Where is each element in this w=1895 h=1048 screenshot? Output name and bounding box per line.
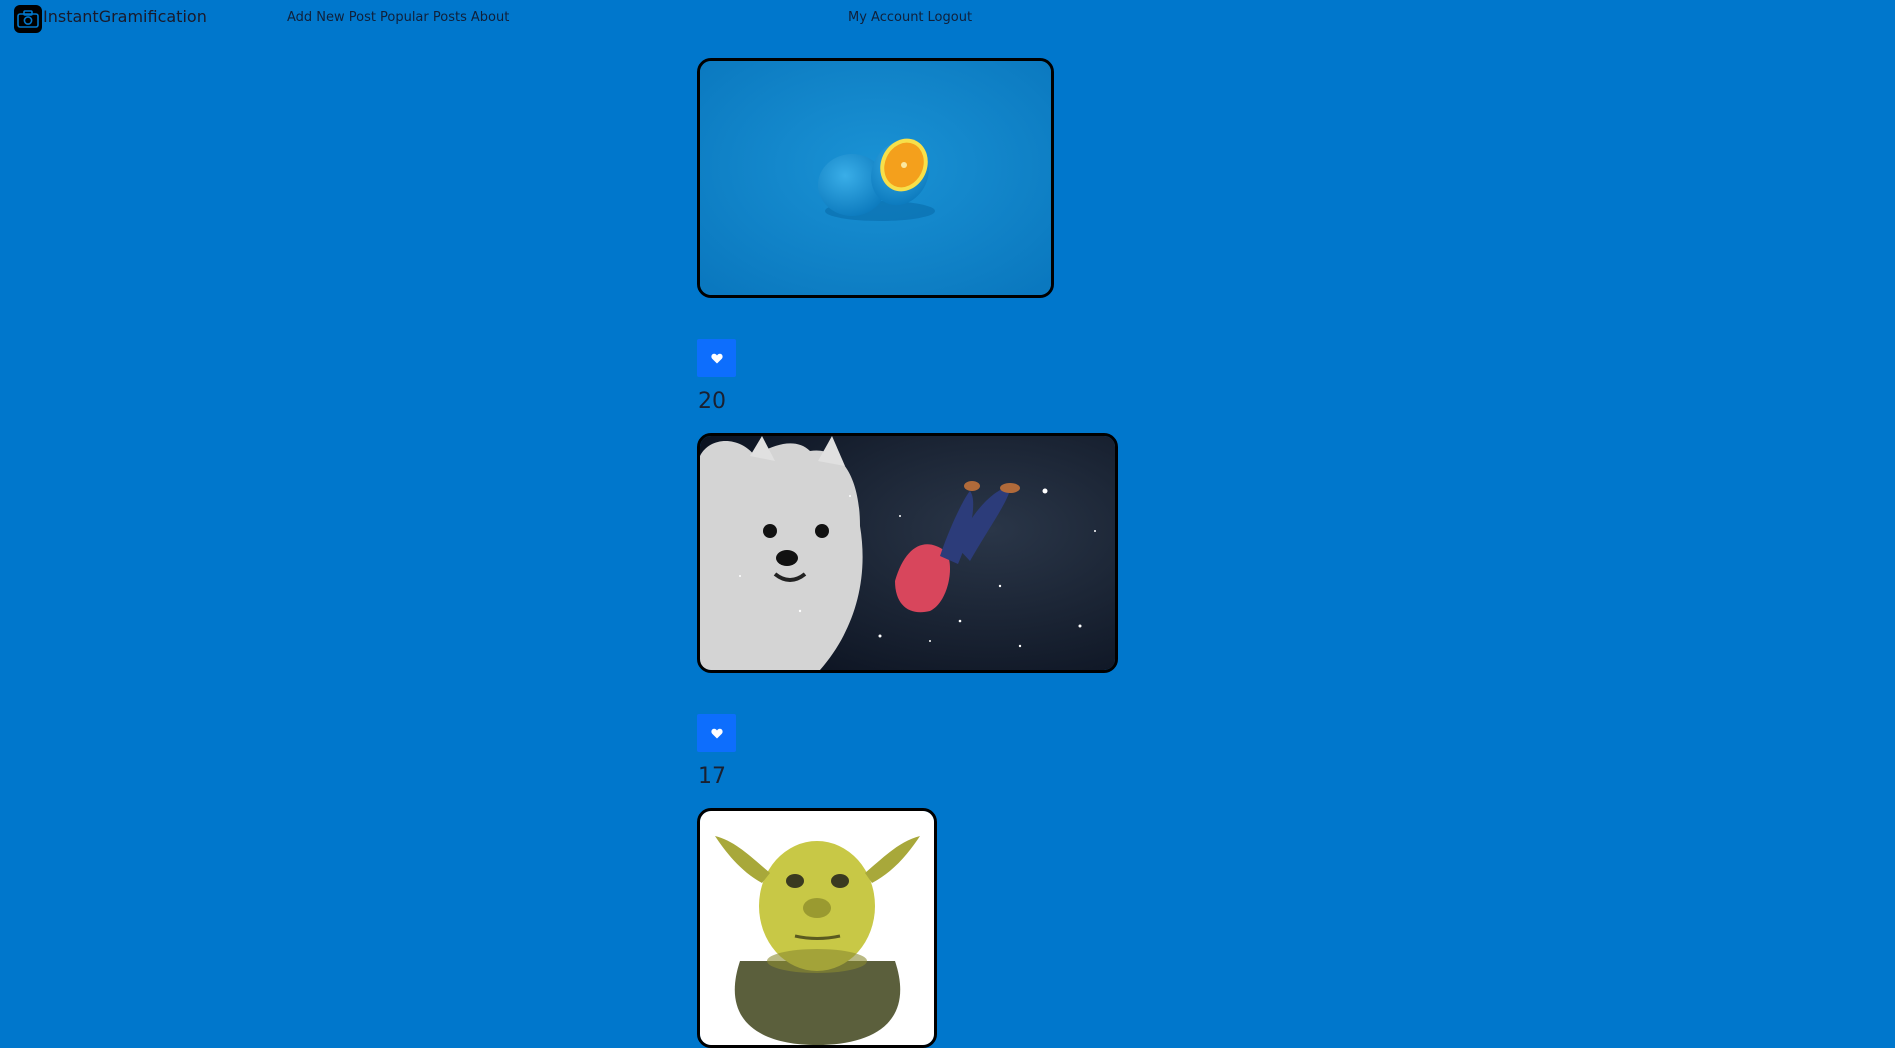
ogre-photo xyxy=(700,811,934,1045)
post-card xyxy=(697,808,1217,1048)
post-feed: 20 17 xyxy=(697,58,1217,1048)
nav-my-account[interactable]: My Account xyxy=(848,10,924,25)
space-dog-photo xyxy=(700,436,1115,670)
nav-popular-posts[interactable]: Popular Posts xyxy=(380,10,467,25)
top-navbar: InstantGramification Add New Post Popula… xyxy=(0,0,1895,36)
camera-icon xyxy=(14,5,42,33)
heart-icon xyxy=(710,353,723,363)
like-button[interactable] xyxy=(697,714,736,752)
like-count: 20 xyxy=(698,389,726,414)
account-nav: My Account Logout xyxy=(848,10,972,25)
nav-add-new-post[interactable]: Add New Post xyxy=(287,10,376,25)
nav-about[interactable]: About xyxy=(471,10,509,25)
post-card: 17 xyxy=(697,433,1217,790)
post-image-space-dog[interactable] xyxy=(697,433,1118,673)
heart-icon xyxy=(710,728,723,738)
post-image-orange[interactable] xyxy=(697,58,1054,298)
nav-logout[interactable]: Logout xyxy=(928,10,973,25)
like-button[interactable] xyxy=(697,339,736,377)
orange-photo xyxy=(700,61,1051,295)
primary-nav: Add New Post Popular Posts About xyxy=(287,10,509,25)
brand-link[interactable]: InstantGramification xyxy=(14,5,207,33)
post-image-ogre[interactable] xyxy=(697,808,937,1048)
brand-name: InstantGramification xyxy=(43,6,207,26)
post-card: 20 xyxy=(697,58,1217,415)
like-count: 17 xyxy=(698,764,726,789)
